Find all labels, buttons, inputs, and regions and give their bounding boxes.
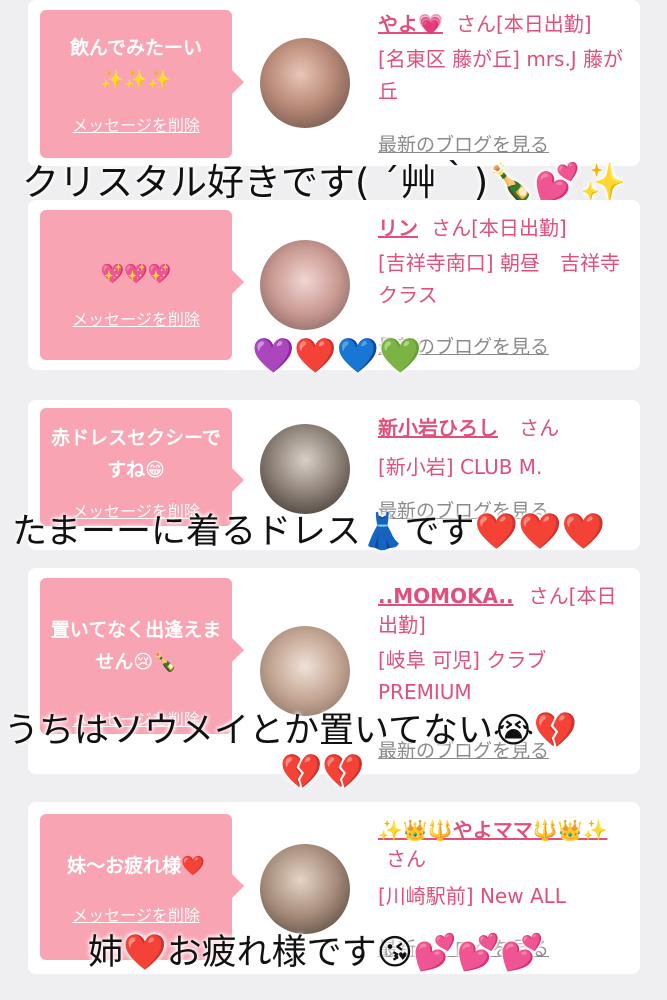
avatar[interactable] xyxy=(260,424,350,514)
message-text: 赤ドレスセクシーですね😁 xyxy=(51,427,221,481)
message-emoji: ✨✨✨ xyxy=(100,69,172,91)
sender-info: 新小岩ひろし さん [新小岩] CLUB M. xyxy=(378,412,628,483)
caption-overlay-hearts: 💔💔 xyxy=(280,752,365,792)
message-text: 💖💖💖 xyxy=(100,263,172,285)
sender-area: [吉祥寺南口] 朝昼 吉祥寺クラス xyxy=(378,251,620,307)
sender-name-link[interactable]: ..MOMOKA.. xyxy=(378,584,514,608)
sender-name-link[interactable]: 新小岩ひろし xyxy=(378,416,498,440)
sender-info: ✨👑🔱やよママ🔱👑✨ さん [川崎駅前] New ALL xyxy=(378,814,628,912)
sender-name-link[interactable]: リン xyxy=(378,216,418,240)
message-bubble: 💖💖💖 メッセージを削除 xyxy=(40,210,244,360)
sender-info: やよ💗 さん[本日出勤] [名東区 藤が丘] mrs.J 藤が丘 xyxy=(378,8,628,107)
sender-status: さん xyxy=(386,847,426,871)
sender-status: さん xyxy=(519,416,560,440)
sender-name-link[interactable]: やよ💗 xyxy=(378,12,443,36)
message-card: 飲んでみたーい ✨✨✨ メッセージを削除 やよ💗 さん[本日出勤] [名東区 藤… xyxy=(28,0,640,166)
delete-message-link[interactable]: メッセージを削除 xyxy=(40,112,232,136)
caption-overlay: たまーーに着るドレス👗です❤️❤️❤️ xyxy=(12,512,606,552)
avatar[interactable] xyxy=(260,38,350,128)
sender-info: ..MOMOKA.. さん[本日出勤] [岐阜 可児] クラブ PREMIUM xyxy=(378,580,628,708)
caption-overlay: 姉❤️お疲れ様です😘💕💕💕 xyxy=(88,933,544,973)
avatar[interactable] xyxy=(260,844,350,934)
delete-message-link[interactable]: メッセージを削除 xyxy=(40,306,232,330)
caption-overlay: 💜❤️💙💚 xyxy=(252,336,422,376)
sender-status: さん[本日出勤] xyxy=(431,216,567,240)
sender-name-link[interactable]: ✨👑🔱やよママ🔱👑✨ xyxy=(378,818,607,842)
sender-area: [新小岩] CLUB M. xyxy=(378,455,543,479)
message-text: 飲んでみたーい xyxy=(69,37,203,59)
avatar[interactable] xyxy=(260,240,350,330)
sender-status: さん[本日出勤] xyxy=(456,12,592,36)
message-text: 置いてなく出逢えません😢🍾 xyxy=(50,619,222,673)
sender-area: [岐阜 可児] クラブ PREMIUM xyxy=(378,648,547,704)
sender-area: [川崎駅前] New ALL xyxy=(378,884,566,908)
sender-info: リン さん[本日出勤] [吉祥寺南口] 朝昼 吉祥寺クラス xyxy=(378,212,628,311)
message-bubble: 飲んでみたーい ✨✨✨ メッセージを削除 xyxy=(40,10,244,158)
message-text: 妹〜お疲れ様❤️ xyxy=(67,855,205,877)
caption-overlay: クリスタル好きです( ´艸｀)🍾💕✨ xyxy=(22,161,627,204)
sender-area: [名東区 藤が丘] mrs.J 藤が丘 xyxy=(378,47,624,103)
delete-message-link[interactable]: メッセージを削除 xyxy=(40,902,232,926)
caption-overlay: うちはソウメイとか置いてない😭💔 xyxy=(4,711,578,751)
